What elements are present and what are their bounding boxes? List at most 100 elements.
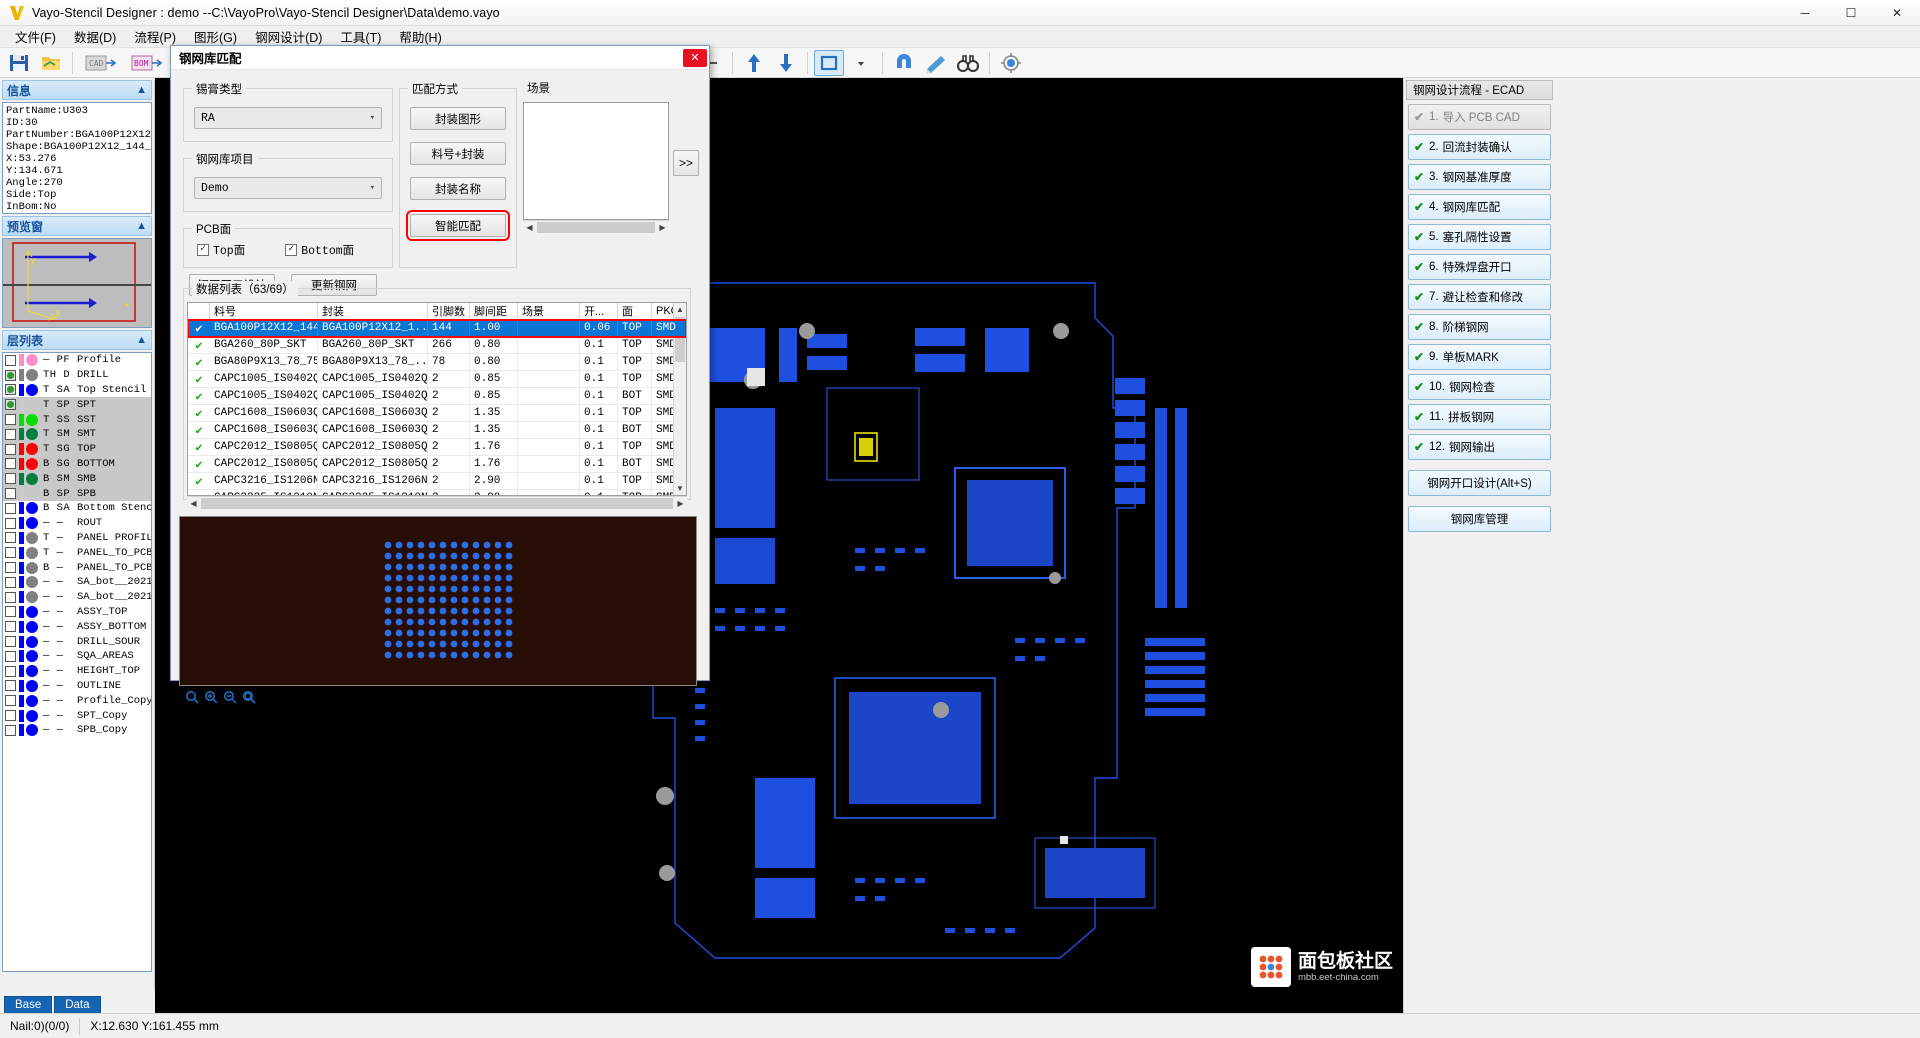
zoom-in-icon[interactable] bbox=[204, 690, 218, 704]
scroll-right-icon[interactable]: ▶ bbox=[656, 221, 669, 234]
layer-visible-checkbox-off[interactable] bbox=[5, 606, 16, 617]
layer-color-bar[interactable] bbox=[19, 384, 24, 396]
layer-row[interactable]: — —SPT_Copy bbox=[3, 708, 151, 723]
scroll-left-icon[interactable]: ◀ bbox=[187, 497, 200, 510]
workflow-step-button[interactable]: ✔10.钢网检查 bbox=[1408, 374, 1551, 400]
layer-visible-checkbox-on[interactable] bbox=[5, 370, 16, 381]
scene-horizontal-scrollbar[interactable]: ◀ ▶ bbox=[523, 220, 669, 233]
layer-color-dot[interactable] bbox=[26, 710, 38, 722]
layer-visible-checkbox-off[interactable] bbox=[5, 710, 16, 721]
tab-base[interactable]: Base bbox=[4, 996, 52, 1013]
layer-color-bar[interactable] bbox=[19, 428, 24, 440]
scroll-right-icon[interactable]: ▶ bbox=[674, 497, 687, 510]
layer-color-bar[interactable] bbox=[19, 621, 24, 633]
workflow-step-button[interactable]: ✔5.塞孔隔性设置 bbox=[1408, 224, 1551, 250]
layer-visible-checkbox-off[interactable] bbox=[5, 651, 16, 662]
table-column-header[interactable]: 脚间距 bbox=[470, 303, 518, 319]
scene-listbox[interactable] bbox=[523, 102, 669, 220]
layer-color-bar[interactable] bbox=[19, 591, 24, 603]
magnet-icon[interactable] bbox=[889, 50, 919, 76]
layer-color-bar[interactable] bbox=[19, 636, 24, 648]
layer-color-dot[interactable] bbox=[26, 650, 38, 662]
save-icon[interactable] bbox=[4, 50, 34, 76]
layer-list[interactable]: — PFProfileTH DDRILLT SATop Stencil AT S… bbox=[2, 352, 152, 972]
maximize-button[interactable]: ☐ bbox=[1828, 0, 1874, 26]
info-panel-header[interactable]: 信息 ▲ bbox=[2, 80, 152, 100]
binoculars-icon[interactable] bbox=[953, 50, 983, 76]
collapse-chevron-icon[interactable]: ▲ bbox=[136, 334, 147, 346]
layer-color-bar[interactable] bbox=[19, 606, 24, 618]
top-side-checkbox[interactable]: Top面 bbox=[197, 242, 245, 258]
layer-visible-checkbox-off[interactable] bbox=[5, 458, 16, 469]
zoom-fit-icon[interactable] bbox=[185, 690, 199, 704]
layer-visible-checkbox-off[interactable] bbox=[5, 518, 16, 529]
layer-row[interactable]: B SGBOTTOM bbox=[3, 457, 151, 472]
workflow-step-button[interactable]: ✔11.拼板钢网 bbox=[1408, 404, 1551, 430]
layer-row[interactable]: — —SPB_Copy bbox=[3, 723, 151, 738]
layer-visible-checkbox-off[interactable] bbox=[5, 621, 16, 632]
row-check-icon[interactable]: ✔ bbox=[195, 389, 202, 404]
table-column-header[interactable] bbox=[188, 303, 210, 319]
layer-row[interactable]: — —Profile_Copy bbox=[3, 693, 151, 708]
layer-row[interactable]: — —ROUT bbox=[3, 516, 151, 531]
workflow-step-button[interactable]: ✔2.回流封装确认 bbox=[1408, 134, 1551, 160]
layer-row[interactable]: T —PANEL_TO_PCB bbox=[3, 545, 151, 560]
table-row[interactable]: ✔BGA80P9X13_78_75...BGA80P9X13_78_...780… bbox=[188, 354, 686, 371]
select-rect-icon[interactable] bbox=[814, 50, 844, 76]
table-column-header[interactable]: 场景 bbox=[518, 303, 580, 319]
layer-color-dot[interactable] bbox=[26, 724, 38, 736]
layer-color-dot[interactable] bbox=[26, 547, 38, 559]
layer-color-bar[interactable] bbox=[19, 576, 24, 588]
layer-color-dot[interactable] bbox=[26, 636, 38, 648]
layer-row[interactable]: — —OUTLINE bbox=[3, 679, 151, 694]
workflow-step-button[interactable]: ✔3.钢网基准厚度 bbox=[1408, 164, 1551, 190]
layer-row[interactable]: — —DRILL_SOUR bbox=[3, 634, 151, 649]
layer-color-bar[interactable] bbox=[19, 414, 24, 426]
layer-visible-checkbox-off[interactable] bbox=[5, 680, 16, 691]
layer-color-bar[interactable] bbox=[19, 473, 24, 485]
table-row[interactable]: ✔CAPC3216_IS1206NCAPC3216_IS1206N22.900.… bbox=[188, 473, 686, 490]
zoom-out-icon[interactable] bbox=[223, 690, 237, 704]
data-list-table[interactable]: 料号封装引脚数脚间距场景开...面PKG...开口... ✔BGA100P12X… bbox=[187, 302, 687, 496]
table-row[interactable]: ✔BGA100P12X12_144...BGA100P12X12_1...144… bbox=[188, 320, 686, 337]
workflow-step-button[interactable]: ✔7.避让检查和修改 bbox=[1408, 284, 1551, 310]
layer-row[interactable]: T SSSST bbox=[3, 412, 151, 427]
preview-panel-content[interactable]: Y X bbox=[2, 238, 152, 328]
table-row[interactable]: ✔BGA260_80P_SKTBGA260_80P_SKT2660.800.1T… bbox=[188, 337, 686, 354]
arrow-down-icon[interactable] bbox=[771, 50, 801, 76]
layer-row[interactable]: T SATop Stencil A bbox=[3, 383, 151, 398]
workflow-step-button[interactable]: ✔1.导入 PCB CAD bbox=[1408, 104, 1551, 130]
dialog-close-button[interactable]: ✕ bbox=[683, 49, 707, 67]
layer-color-bar[interactable] bbox=[19, 354, 24, 366]
table-column-header[interactable]: 封装 bbox=[318, 303, 428, 319]
layer-panel-header[interactable]: 层列表 ▲ bbox=[2, 330, 152, 350]
layer-color-bar[interactable] bbox=[19, 562, 24, 574]
row-check-icon[interactable]: ✔ bbox=[195, 474, 202, 489]
layer-color-bar[interactable] bbox=[19, 665, 24, 677]
layer-visible-checkbox-off[interactable] bbox=[5, 592, 16, 603]
layer-visible-checkbox-off[interactable] bbox=[5, 355, 16, 366]
row-check-icon[interactable]: ✔ bbox=[195, 406, 202, 421]
layer-row[interactable]: B SABottom Stencil bbox=[3, 501, 151, 516]
table-row[interactable]: ✔CAPC1608_IS0603QCAPC1608_IS0603Q21.350.… bbox=[188, 422, 686, 439]
layer-row[interactable]: — —ASSY_TOP bbox=[3, 605, 151, 620]
layer-color-dot[interactable] bbox=[26, 532, 38, 544]
workflow-step-button[interactable]: ✔4.钢网库匹配 bbox=[1408, 194, 1551, 220]
layer-color-dot[interactable] bbox=[26, 428, 38, 440]
preview-panel-header[interactable]: 预览窗 ▲ bbox=[2, 216, 152, 236]
row-check-icon[interactable]: ✔ bbox=[195, 372, 202, 387]
table-row[interactable]: ✔CAPC1608_IS0603QCAPC1608_IS0603Q21.350.… bbox=[188, 405, 686, 422]
layer-color-bar[interactable] bbox=[19, 724, 24, 736]
layer-color-bar[interactable] bbox=[19, 547, 24, 559]
table-column-header[interactable]: 引脚数 bbox=[428, 303, 470, 319]
table-column-header[interactable]: 面 bbox=[618, 303, 652, 319]
layer-color-bar[interactable] bbox=[19, 458, 24, 470]
match-by-package-name-button[interactable]: 封装名称 bbox=[410, 177, 506, 200]
layer-row[interactable]: — —SA_bot__20210 bbox=[3, 575, 151, 590]
menu-data[interactable]: 数据(D) bbox=[65, 25, 125, 48]
layer-color-dot[interactable] bbox=[26, 443, 38, 455]
scroll-up-icon[interactable]: ▲ bbox=[674, 303, 686, 316]
layer-row[interactable]: — —SA_bot__20210 bbox=[3, 590, 151, 605]
layer-color-dot[interactable] bbox=[26, 621, 38, 633]
row-check-icon[interactable]: ✔ bbox=[195, 355, 202, 370]
